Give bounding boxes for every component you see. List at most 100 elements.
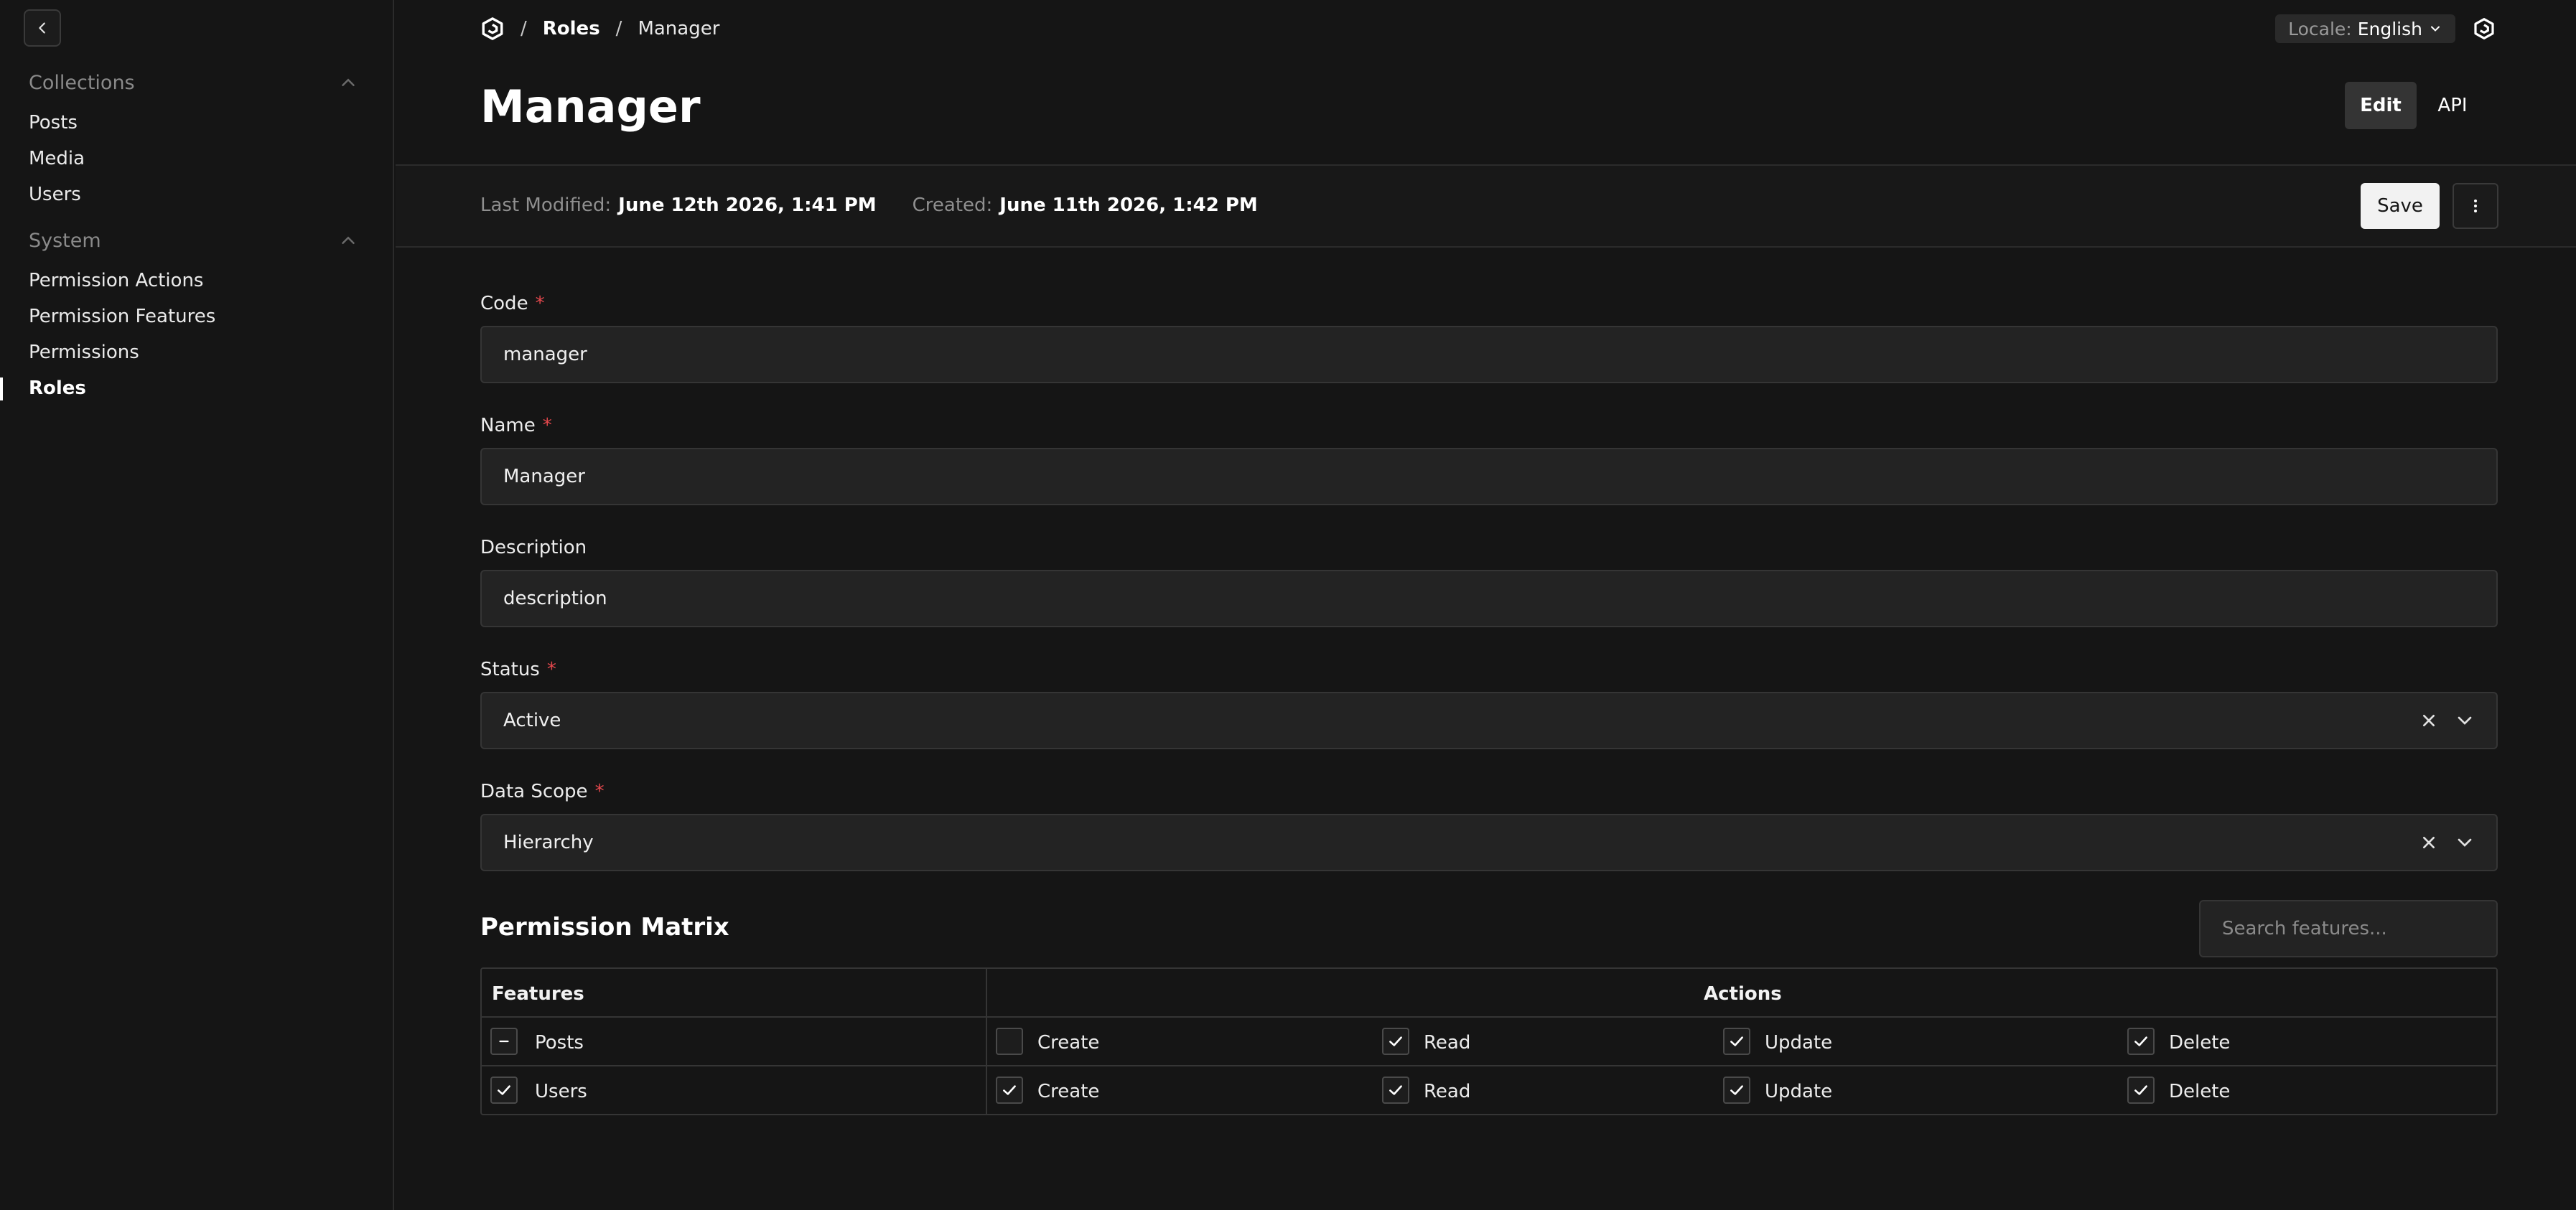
tab-api[interactable]: API — [2421, 82, 2484, 129]
required-marker: * — [535, 293, 545, 314]
action-checkbox-users-create[interactable] — [996, 1077, 1023, 1104]
feature-checkbox-posts[interactable] — [490, 1028, 518, 1055]
permission-matrix-table: Features Actions Posts Create Read Updat… — [480, 967, 2498, 1115]
action-label: Delete — [2169, 1032, 2231, 1054]
more-vertical-icon — [2474, 200, 2477, 212]
checkmark-icon — [1003, 1085, 1016, 1095]
checkmark-icon — [498, 1085, 510, 1095]
clear-icon[interactable] — [2417, 831, 2440, 854]
checkmark-icon — [2134, 1085, 2147, 1095]
main-content: / Roles / Manager Locale: English Manage… — [396, 0, 2576, 1210]
active-item-indicator — [0, 377, 3, 400]
sidebar-item-permission-actions[interactable]: Permission Actions — [29, 270, 203, 291]
name-input[interactable]: Manager — [480, 448, 2498, 505]
action-label: Read — [1424, 1032, 1471, 1054]
checkmark-icon — [1730, 1085, 1743, 1095]
select-controls — [2417, 831, 2476, 854]
data-scope-select-value: Hierarchy — [503, 832, 594, 853]
code-input[interactable]: manager — [480, 326, 2498, 383]
sidebar-item-roles[interactable]: Roles — [29, 377, 86, 399]
last-modified-label: Last Modified: — [480, 194, 612, 216]
action-checkbox-users-update[interactable] — [1723, 1077, 1750, 1104]
breadcrumb-separator: / — [615, 18, 622, 39]
action-checkbox-posts-delete[interactable] — [2127, 1028, 2155, 1055]
actions-column-header: Actions — [1704, 983, 1782, 1005]
permission-matrix-title: Permission Matrix — [480, 913, 729, 942]
sidebar-item-users[interactable]: Users — [29, 184, 81, 205]
name-label: Name * — [480, 415, 552, 436]
status-select[interactable]: Active — [480, 692, 2498, 749]
action-label: Delete — [2169, 1081, 2231, 1102]
data-scope-label: Data Scope * — [480, 781, 605, 802]
breadcrumb-separator: / — [521, 18, 527, 39]
app-logo-icon[interactable] — [480, 17, 505, 41]
action-label: Update — [1765, 1032, 1833, 1054]
nav-group-collections[interactable]: Collections — [29, 72, 135, 94]
action-checkbox-posts-update[interactable] — [1723, 1028, 1750, 1055]
indeterminate-icon — [499, 1040, 509, 1043]
chevron-up-icon[interactable] — [337, 72, 359, 93]
chevron-down-icon[interactable] — [2453, 709, 2476, 732]
app-window: Collections Posts Media Users System Per… — [0, 0, 2576, 1210]
locale-label: Locale: — [2288, 18, 2352, 39]
checkmark-icon — [1389, 1085, 1402, 1095]
collapse-sidebar-button[interactable] — [24, 9, 61, 47]
chevron-up-icon[interactable] — [337, 230, 359, 251]
code-label-text: Code — [480, 293, 528, 314]
feature-label: Users — [535, 1081, 587, 1102]
checkmark-icon — [2134, 1036, 2147, 1046]
table-row-posts: Posts Create Read Update Delete — [482, 1018, 2496, 1066]
chevron-left-icon — [39, 22, 45, 34]
more-actions-button[interactable] — [2453, 183, 2498, 229]
required-marker: * — [542, 415, 552, 436]
save-button[interactable]: Save — [2361, 183, 2440, 229]
created-label: Created: — [912, 194, 993, 216]
logo-icon[interactable] — [2473, 17, 2496, 40]
sidebar-item-posts[interactable]: Posts — [29, 112, 78, 133]
action-checkbox-posts-create[interactable] — [996, 1028, 1023, 1055]
status-label-text: Status — [480, 659, 540, 680]
feature-checkbox-users[interactable] — [490, 1077, 518, 1104]
feature-label: Posts — [535, 1032, 584, 1054]
nav-group-system[interactable]: System — [29, 230, 101, 252]
status-select-value: Active — [503, 710, 561, 731]
checkmark-icon — [1389, 1036, 1402, 1046]
clear-icon[interactable] — [2417, 709, 2440, 732]
breadcrumb-current: Manager — [638, 18, 720, 39]
chevron-down-icon — [2431, 26, 2440, 32]
table-header-row: Features Actions — [482, 969, 2496, 1018]
action-checkbox-users-delete[interactable] — [2127, 1077, 2155, 1104]
last-modified-value: June 12th 2026, 1:41 PM — [618, 194, 877, 216]
description-label: Description — [480, 537, 587, 558]
description-input[interactable]: description — [480, 570, 2498, 627]
required-marker: * — [546, 659, 556, 680]
sidebar-item-media[interactable]: Media — [29, 148, 85, 169]
sidebar: Collections Posts Media Users System Per… — [0, 0, 394, 1210]
search-features-input[interactable]: Search features... — [2199, 900, 2498, 957]
code-label: Code * — [480, 293, 545, 314]
action-label: Read — [1424, 1081, 1471, 1102]
record-meta-bar: Last Modified: June 12th 2026, 1:41 PM C… — [396, 164, 2576, 248]
data-scope-label-text: Data Scope — [480, 781, 588, 802]
locale-selector[interactable]: Locale: English — [2275, 14, 2455, 43]
data-scope-select[interactable]: Hierarchy — [480, 814, 2498, 871]
sidebar-item-permissions[interactable]: Permissions — [29, 342, 139, 363]
action-checkbox-posts-read[interactable] — [1382, 1028, 1409, 1055]
action-checkbox-users-read[interactable] — [1382, 1077, 1409, 1104]
checkmark-icon — [1730, 1036, 1743, 1046]
name-label-text: Name — [480, 415, 536, 436]
record-meta: Last Modified: June 12th 2026, 1:41 PM C… — [480, 194, 1258, 216]
tab-edit[interactable]: Edit — [2345, 82, 2417, 129]
meta-spacer — [884, 194, 905, 216]
created-value: June 11th 2026, 1:42 PM — [999, 194, 1258, 216]
breadcrumb-roles-link[interactable]: Roles — [543, 18, 600, 39]
select-controls — [2417, 709, 2476, 732]
page-title: Manager — [480, 80, 701, 133]
chevron-down-icon[interactable] — [2453, 831, 2476, 854]
sidebar-item-permission-features[interactable]: Permission Features — [29, 306, 215, 327]
breadcrumb: / Roles / Manager — [480, 13, 719, 44]
required-marker: * — [594, 781, 605, 802]
features-column-header: Features — [492, 983, 584, 1005]
table-row-users: Users Create Read Update Delete — [482, 1066, 2496, 1115]
action-label: Update — [1765, 1081, 1833, 1102]
